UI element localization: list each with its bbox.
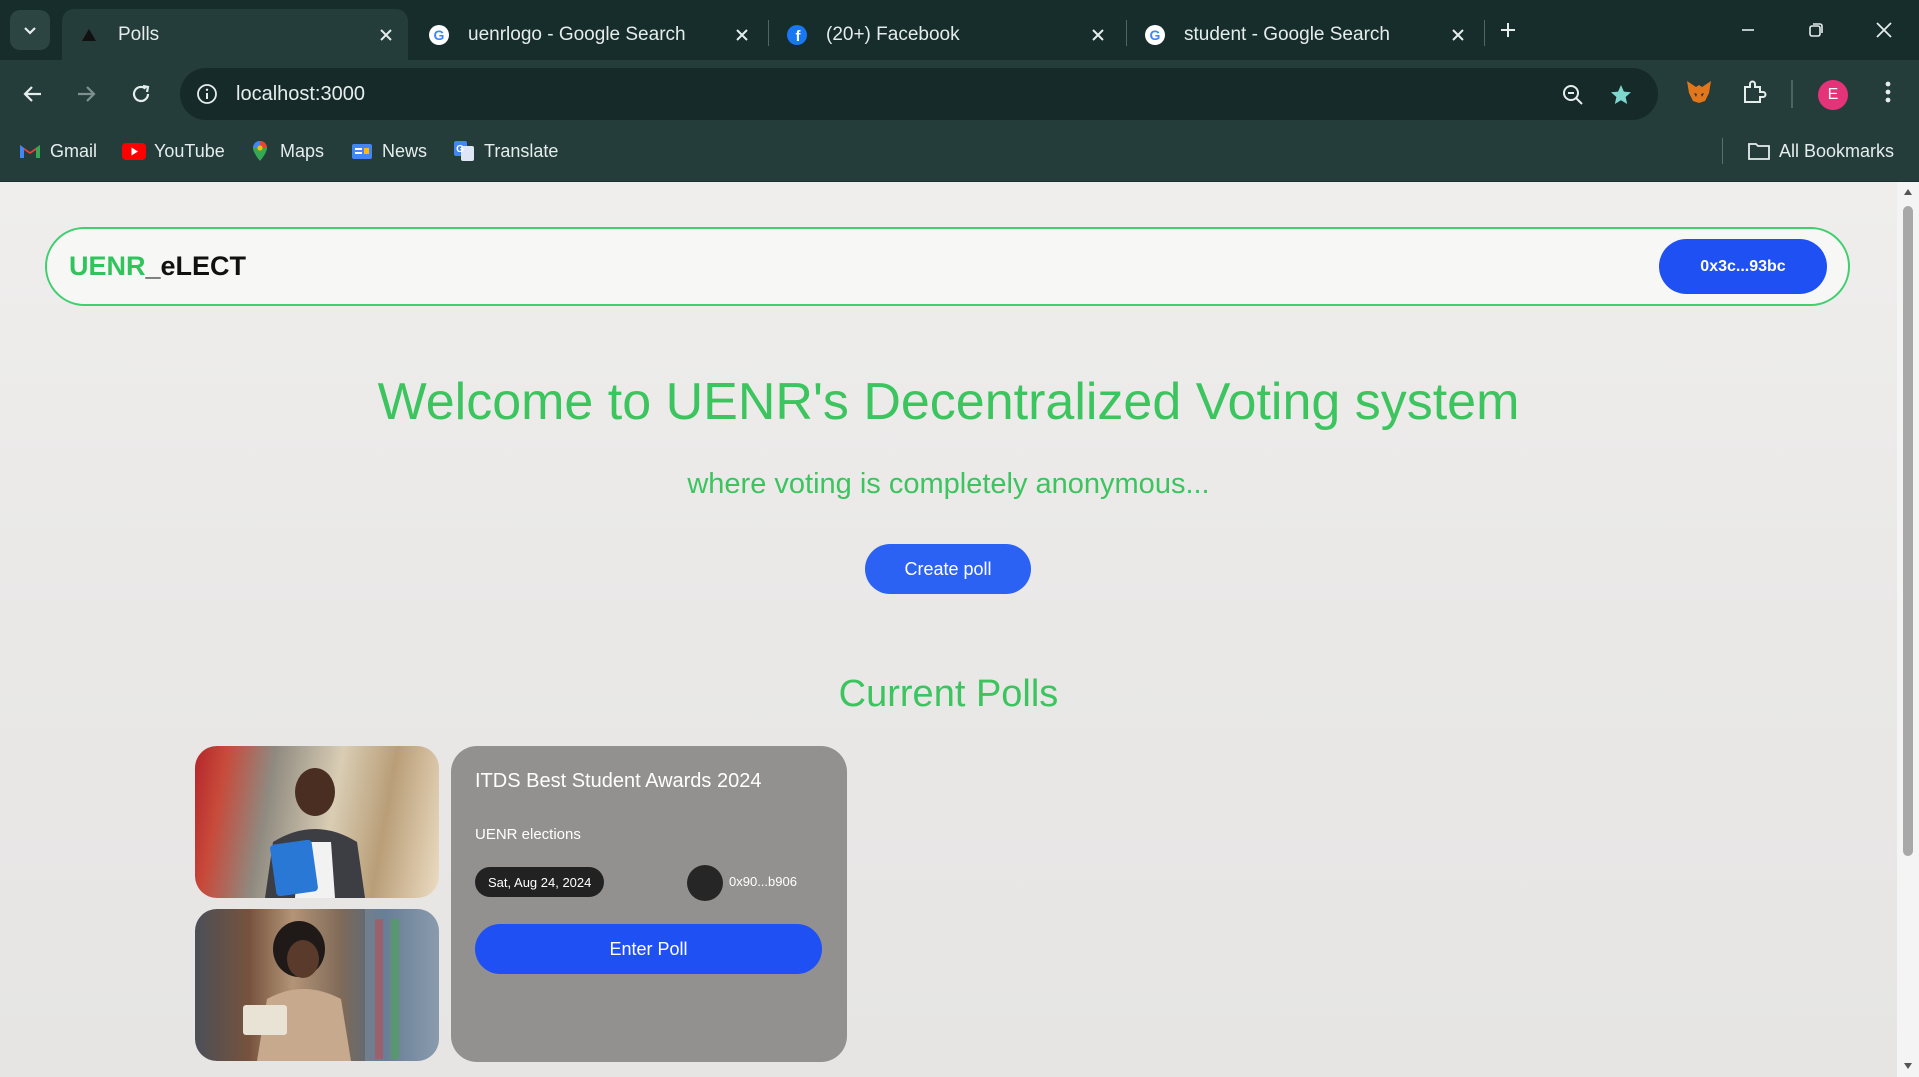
arrow-right-icon	[78, 86, 96, 102]
folder-icon	[1747, 140, 1771, 162]
reload-icon	[132, 84, 150, 103]
bookmarks-separator	[1722, 138, 1723, 164]
bookmark-translate[interactable]: G Translate	[452, 136, 558, 166]
close-icon	[1876, 22, 1892, 38]
logo-uenr: UENR	[69, 251, 146, 281]
more-menu-icon[interactable]	[1870, 74, 1906, 110]
scrollbar-thumb[interactable]	[1903, 206, 1913, 856]
google-icon: G	[1144, 24, 1166, 46]
svg-text:G: G	[1150, 27, 1161, 43]
back-button[interactable]	[13, 74, 53, 114]
tab-title: (20+) Facebook	[826, 23, 960, 45]
app-navbar: UENR_eLECT 0x3c...93bc	[45, 227, 1850, 306]
bookmark-label: Gmail	[50, 140, 98, 161]
metamask-fox-icon[interactable]	[1681, 74, 1717, 110]
poll-owner-avatar	[687, 865, 723, 901]
reload-button[interactable]	[121, 74, 161, 114]
minimize-button[interactable]	[1720, 8, 1776, 52]
tab-separator	[1484, 20, 1485, 46]
bookmark-label: Maps	[280, 140, 325, 161]
browser-toolbar: localhost:3000 E	[0, 60, 1919, 120]
all-bookmarks-label: All Bookmarks	[1779, 140, 1895, 161]
minimize-icon	[1742, 29, 1754, 31]
bookmark-label: YouTube	[154, 140, 225, 161]
poll-image-student-2	[195, 909, 439, 1061]
wallet-address-button[interactable]: 0x3c...93bc	[1659, 239, 1827, 294]
scroll-up-icon[interactable]	[1902, 186, 1914, 198]
tab-polls[interactable]: Polls	[62, 9, 408, 60]
youtube-icon	[122, 140, 146, 162]
tab-title: student - Google Search	[1184, 23, 1390, 45]
tab-student-search[interactable]: G student - Google Search	[1128, 9, 1480, 60]
page-viewport: UENR_eLECT 0x3c...93bc Welcome to UENR's…	[0, 182, 1897, 1077]
translate-icon: G	[452, 140, 476, 162]
chevron-down-icon	[24, 27, 36, 35]
poll-title: ITDS Best Student Awards 2024	[475, 770, 762, 792]
profile-avatar[interactable]: E	[1818, 80, 1848, 110]
current-polls-heading: Current Polls	[838, 673, 1059, 715]
zoom-icon[interactable]	[1557, 79, 1589, 111]
bookmark-gmail[interactable]: Gmail	[18, 136, 97, 166]
close-tab-icon[interactable]	[728, 21, 756, 49]
close-tab-icon[interactable]	[1084, 21, 1112, 49]
arrow-left-icon	[23, 86, 41, 102]
poll-card: ITDS Best Student Awards 2024 UENR elect…	[451, 746, 847, 1062]
bookmark-label: Translate	[484, 140, 559, 161]
tab-strip: Polls G uenrlogo - Google Search f (20+)…	[0, 0, 1919, 60]
url-text[interactable]: localhost:3000	[236, 83, 365, 106]
close-tab-icon[interactable]	[1444, 21, 1472, 49]
poll-date-badge: Sat, Aug 24, 2024	[475, 867, 605, 897]
page-scrollbar[interactable]	[1897, 182, 1919, 1077]
new-tab-button[interactable]	[1492, 14, 1524, 46]
gmail-icon	[18, 140, 42, 162]
close-window-button[interactable]	[1856, 8, 1912, 52]
create-poll-button[interactable]: Create poll	[865, 544, 1031, 594]
svg-text:G: G	[456, 144, 464, 155]
bookmarks-bar: Gmail YouTube Maps News G Translate All …	[0, 120, 1919, 182]
bookmark-youtube[interactable]: YouTube	[122, 136, 225, 166]
tab-title: uenrlogo - Google Search	[468, 23, 686, 45]
svg-text:G: G	[434, 27, 445, 43]
bookmark-label: News	[382, 140, 428, 161]
poll-description: UENR elections	[475, 826, 581, 843]
app-logo[interactable]: UENR_eLECT	[69, 251, 246, 282]
tab-separator	[768, 20, 769, 46]
restore-button[interactable]	[1788, 8, 1844, 52]
tab-separator	[1126, 20, 1127, 46]
news-icon	[350, 140, 374, 162]
bookmark-maps[interactable]: Maps	[248, 136, 324, 166]
tab-facebook[interactable]: f (20+) Facebook	[770, 9, 1120, 60]
enter-poll-button[interactable]: Enter Poll	[475, 924, 822, 974]
tab-title: Polls	[118, 23, 160, 45]
logo-elect: _eLECT	[145, 251, 247, 281]
tab-uenrlogo-search[interactable]: G uenrlogo - Google Search	[412, 9, 764, 60]
scroll-down-icon[interactable]	[1902, 1060, 1914, 1072]
close-tab-icon[interactable]	[372, 21, 400, 49]
bookmark-star-icon[interactable]	[1605, 79, 1637, 111]
address-bar[interactable]: localhost:3000	[180, 68, 1658, 120]
poll-owner-address: 0x90...b906	[729, 874, 797, 889]
tab-search-button[interactable]	[10, 10, 50, 50]
forward-button[interactable]	[66, 74, 106, 114]
site-info-icon[interactable]	[192, 79, 222, 109]
bookmark-news[interactable]: News	[350, 136, 427, 166]
google-icon: G	[428, 24, 450, 46]
extensions-puzzle-icon[interactable]	[1736, 74, 1772, 110]
all-bookmarks-button[interactable]: All Bookmarks	[1747, 136, 1894, 166]
hero-subtitle: where voting is completely anonymous...	[687, 468, 1210, 500]
hero-title: Welcome to UENR's Decentralized Voting s…	[377, 373, 1520, 431]
plus-icon	[1501, 23, 1515, 37]
vercel-triangle-icon	[78, 24, 100, 46]
facebook-icon: f	[786, 24, 808, 46]
poll-image-student-1	[195, 746, 439, 898]
maps-pin-icon	[248, 140, 272, 162]
restore-icon	[1809, 23, 1823, 37]
toolbar-separator	[1791, 80, 1793, 108]
